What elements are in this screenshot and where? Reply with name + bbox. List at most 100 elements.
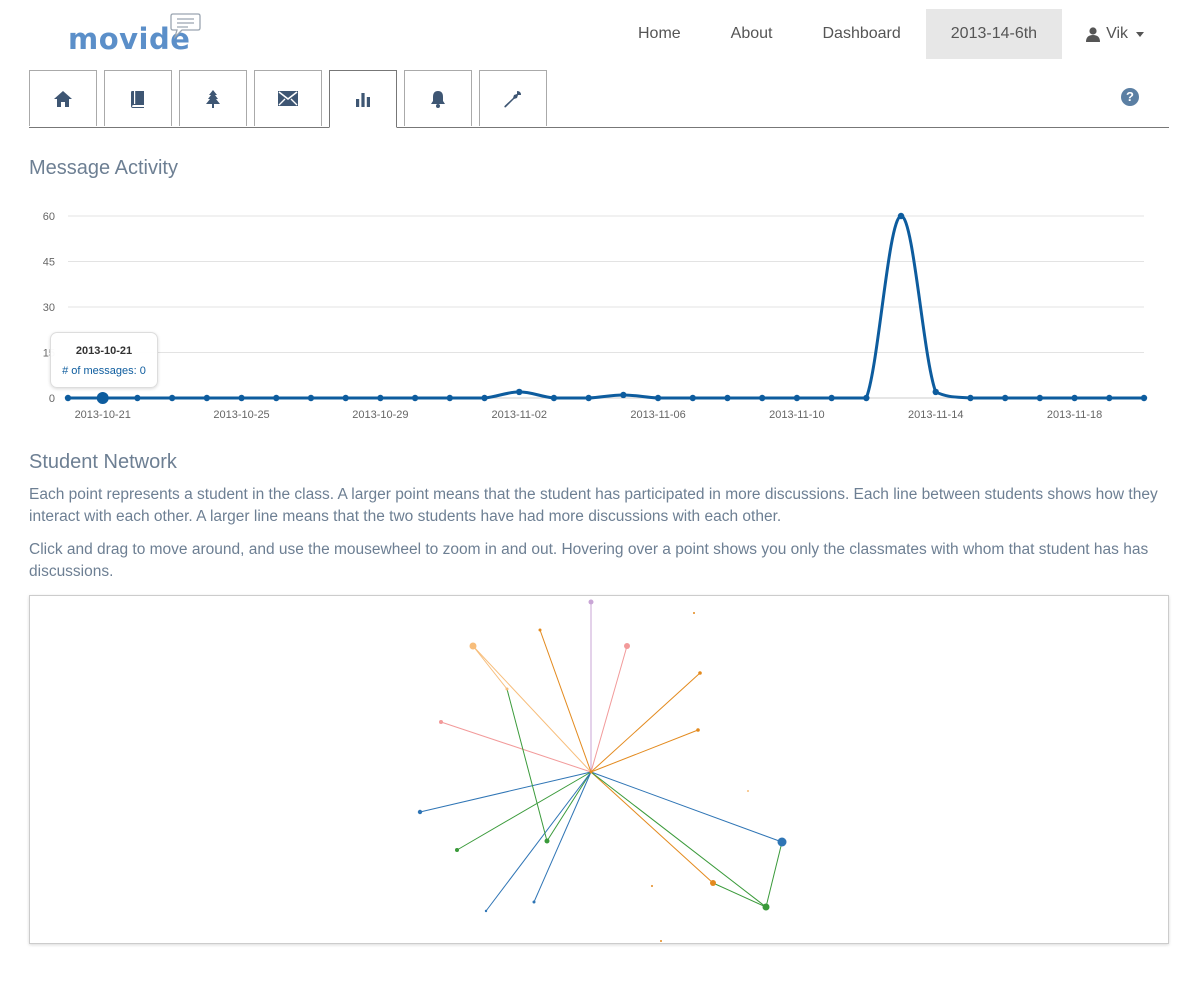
data-point (446, 394, 454, 402)
student-node[interactable] (651, 885, 653, 887)
wrench-icon (504, 90, 521, 107)
x-tick-label: 2013-11-02 (491, 409, 546, 421)
data-point (828, 394, 835, 402)
student-node[interactable] (469, 642, 477, 650)
network-svg[interactable] (30, 596, 1168, 943)
navbar: movide Home About Dashboard 2013-14-6th … (0, 0, 1186, 70)
data-point (585, 394, 592, 402)
student-node[interactable] (532, 900, 536, 904)
student-node[interactable] (588, 599, 594, 605)
tab-notifications[interactable] (404, 70, 472, 126)
data-point (203, 394, 211, 402)
student-node[interactable] (417, 809, 423, 815)
student-node[interactable] (544, 838, 550, 844)
y-tick-label: 30 (43, 302, 55, 314)
data-point (863, 394, 870, 402)
data-point (238, 394, 245, 402)
y-tick-label: 60 (43, 211, 55, 223)
nav-home[interactable]: Home (613, 9, 706, 59)
data-point (168, 394, 176, 402)
user-menu[interactable]: Vik (1062, 9, 1186, 59)
data-point (96, 392, 109, 404)
student-network-graph[interactable] (29, 595, 1169, 944)
tab-messages[interactable] (254, 70, 322, 126)
tree-icon (206, 89, 220, 108)
student-node[interactable] (589, 770, 593, 774)
student-node[interactable] (777, 837, 787, 847)
activity-chart-svg[interactable]: 0153045602013-10-21 2013-10-25 2013-10-29 2… (29, 198, 1169, 428)
data-point (516, 388, 523, 396)
x-tick-label: 2013-11-18 (1047, 409, 1102, 421)
help-icon[interactable]: ? (1121, 88, 1139, 106)
data-point (481, 394, 488, 402)
nav-dashboard[interactable]: Dashboard (797, 9, 925, 59)
student-node[interactable] (696, 728, 700, 732)
y-tick-label: 0 (49, 393, 55, 405)
tab-home[interactable] (29, 70, 97, 126)
student-network-heading: Student Network (29, 451, 177, 473)
student-node[interactable] (693, 612, 695, 614)
bar-chart-icon (356, 93, 370, 107)
student-node[interactable] (624, 643, 630, 649)
nav-class-2013-14-6th[interactable]: 2013-14-6th (925, 9, 1063, 59)
chart-tooltip: 2013-10-21 # of messages: 0 (50, 332, 158, 388)
student-node[interactable] (505, 687, 509, 691)
student-node[interactable] (747, 790, 749, 792)
data-point (411, 394, 419, 402)
network-nodes[interactable] (417, 599, 787, 943)
tab-book[interactable] (104, 70, 172, 126)
x-tick-label: 2013-10-21 (75, 409, 131, 421)
student-node[interactable] (762, 903, 770, 911)
data-point (758, 394, 766, 402)
speech-bubble-icon (170, 13, 201, 40)
student-node[interactable] (710, 880, 716, 886)
envelope-icon (278, 91, 298, 106)
network-instructions: Click and drag to move around, and use t… (29, 541, 1149, 580)
x-tick-label: 2013-10-25 (213, 409, 269, 421)
data-point (273, 394, 280, 402)
caret-down-icon (1136, 31, 1144, 37)
x-tick-label: 2013-11-14 (908, 409, 963, 421)
student-node[interactable] (484, 909, 488, 913)
data-point (793, 394, 801, 402)
data-point (377, 394, 384, 402)
tab-settings[interactable] (479, 70, 547, 126)
user-name: Vik (1106, 25, 1128, 42)
nav-links: Home About Dashboard 2013-14-6th Vik (613, 9, 1186, 59)
message-activity-chart[interactable]: 0 15 30 45 60 2013-10-21 2013-10-25 2013-10-29 2… (29, 198, 1169, 428)
tab-tree[interactable] (179, 70, 247, 126)
x-tick-label: 2013-11-10 (769, 409, 824, 421)
data-point (689, 394, 696, 402)
tab-stats[interactable] (329, 70, 397, 128)
y-tick-label: 45 (43, 257, 55, 269)
data-point (724, 394, 731, 402)
data-point (550, 394, 558, 402)
data-point (307, 394, 315, 402)
student-node[interactable] (660, 940, 662, 942)
x-tick-label: 2013-11-06 (630, 409, 685, 421)
network-description: Each point represents a student in the c… (29, 486, 1158, 525)
student-node[interactable] (538, 628, 542, 632)
student-node[interactable] (698, 671, 702, 675)
data-point (1106, 394, 1113, 402)
data-point (134, 394, 141, 402)
data-point (1001, 394, 1009, 402)
data-point (1036, 394, 1044, 402)
tooltip-value: # of messages: 0 (62, 365, 146, 377)
data-point (897, 212, 905, 220)
student-node[interactable] (455, 848, 459, 852)
data-point (654, 394, 662, 402)
data-point (1140, 394, 1148, 402)
book-icon (131, 90, 144, 108)
data-point (64, 394, 72, 402)
nav-about[interactable]: About (706, 9, 798, 59)
student-node[interactable] (439, 720, 443, 724)
section-tabs: ? (29, 70, 1169, 128)
tooltip-date: 2013-10-21 (75, 345, 133, 357)
data-point (1071, 394, 1078, 402)
x-tick-label: 2013-10-29 (352, 409, 408, 421)
home-icon (54, 90, 72, 107)
data-point (967, 394, 974, 402)
data-point (620, 391, 627, 399)
data-point (932, 388, 939, 396)
